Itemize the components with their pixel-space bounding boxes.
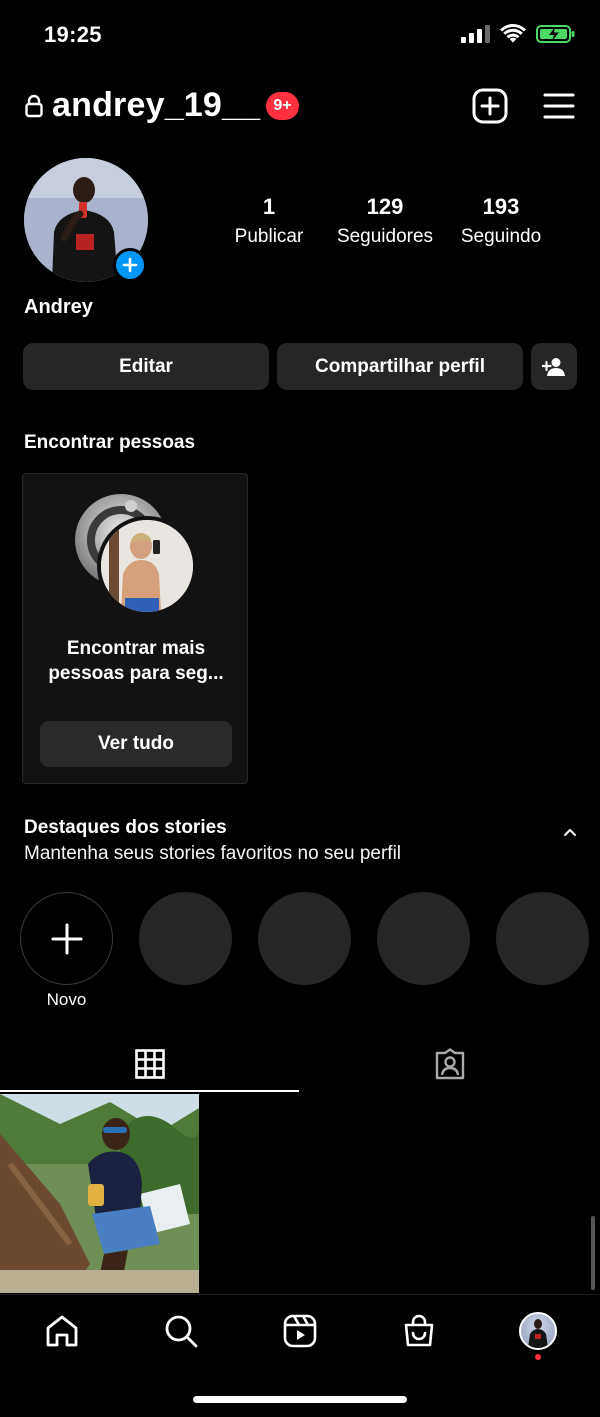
reels-icon <box>283 1314 317 1348</box>
stat-posts-count: 1 <box>262 194 276 219</box>
highlights-title: Destaques dos stories <box>24 817 227 838</box>
stat-posts[interactable]: 1 Publicar <box>229 194 309 248</box>
status-time: 19:25 <box>44 22 102 47</box>
see-all-button[interactable]: Ver tudo <box>40 721 232 767</box>
suggestion-card-text-line2: pessoas para seg... <box>48 663 224 684</box>
battery-charging-icon <box>536 25 575 43</box>
new-highlight-label: Novo <box>46 990 87 1009</box>
profile-avatar <box>519 1312 557 1350</box>
profile-header: andrey_19__ 9+ <box>0 82 600 134</box>
scrollbar[interactable] <box>591 1216 595 1290</box>
nav-home[interactable] <box>32 1309 92 1353</box>
new-highlight-button[interactable] <box>20 892 113 985</box>
highlight-placeholder <box>496 892 589 985</box>
stat-following-label: Seguindo <box>460 226 542 247</box>
post-thumbnail[interactable] <box>0 1094 199 1293</box>
stat-following-count: 193 <box>482 194 520 219</box>
stat-followers-count: 129 <box>366 194 404 219</box>
add-story-button[interactable] <box>113 248 147 282</box>
wifi-icon <box>500 24 526 43</box>
highlight-placeholder <box>139 892 232 985</box>
status-icons <box>461 24 576 44</box>
highlight-placeholder <box>258 892 351 985</box>
lock-icon <box>25 94 43 118</box>
nav-search[interactable] <box>151 1309 211 1353</box>
add-person-icon <box>542 357 565 376</box>
highlights-subtitle: Mantenha seus stories favoritos no seu p… <box>24 843 402 864</box>
stat-followers-label: Seguidores <box>336 226 434 247</box>
home-icon <box>46 1315 78 1347</box>
suggestion-card-text-line1: Encontrar mais <box>66 638 206 659</box>
edit-profile-button[interactable]: Editar <box>23 343 269 390</box>
discover-people-button[interactable] <box>531 343 577 390</box>
hamburger-menu-icon[interactable] <box>543 92 575 120</box>
home-indicator <box>193 1396 407 1403</box>
tagged-person-icon <box>435 1048 465 1080</box>
find-people-title: Encontrar pessoas <box>24 432 196 453</box>
notification-dot <box>535 1354 541 1360</box>
chevron-up-icon[interactable] <box>562 824 578 840</box>
notification-badge[interactable]: 9+ <box>266 92 299 120</box>
status-bar: 19:25 <box>0 0 600 72</box>
plus-icon <box>51 923 82 954</box>
share-profile-button[interactable]: Compartilhar perfil <box>277 343 523 390</box>
suggestion-card-text: Encontrar mais pessoas para seg... <box>23 636 249 686</box>
grid-icon <box>135 1049 165 1079</box>
suggestion-card: Encontrar mais pessoas para seg... Ver t… <box>22 473 248 784</box>
stat-following[interactable]: 193 Seguindo <box>452 194 550 248</box>
nav-profile[interactable] <box>508 1309 568 1353</box>
nav-shop[interactable] <box>389 1309 449 1353</box>
shop-icon <box>404 1314 434 1347</box>
active-tab-indicator <box>0 1090 299 1092</box>
stat-posts-label: Publicar <box>234 226 304 247</box>
nav-reels[interactable] <box>270 1309 330 1353</box>
search-icon <box>165 1315 198 1348</box>
add-post-icon[interactable] <box>472 88 508 124</box>
tab-posts-grid[interactable] <box>0 1036 300 1092</box>
display-name: Andrey <box>24 296 93 318</box>
suggested-user-avatar-front <box>97 516 197 616</box>
cellular-signal-icon <box>461 25 490 43</box>
highlight-placeholder <box>377 892 470 985</box>
bottom-navigation <box>0 1294 600 1417</box>
tab-tagged[interactable] <box>300 1036 600 1092</box>
stat-followers[interactable]: 129 Seguidores <box>330 194 440 248</box>
username[interactable]: andrey_19__ <box>52 86 260 125</box>
plus-icon <box>122 257 138 273</box>
